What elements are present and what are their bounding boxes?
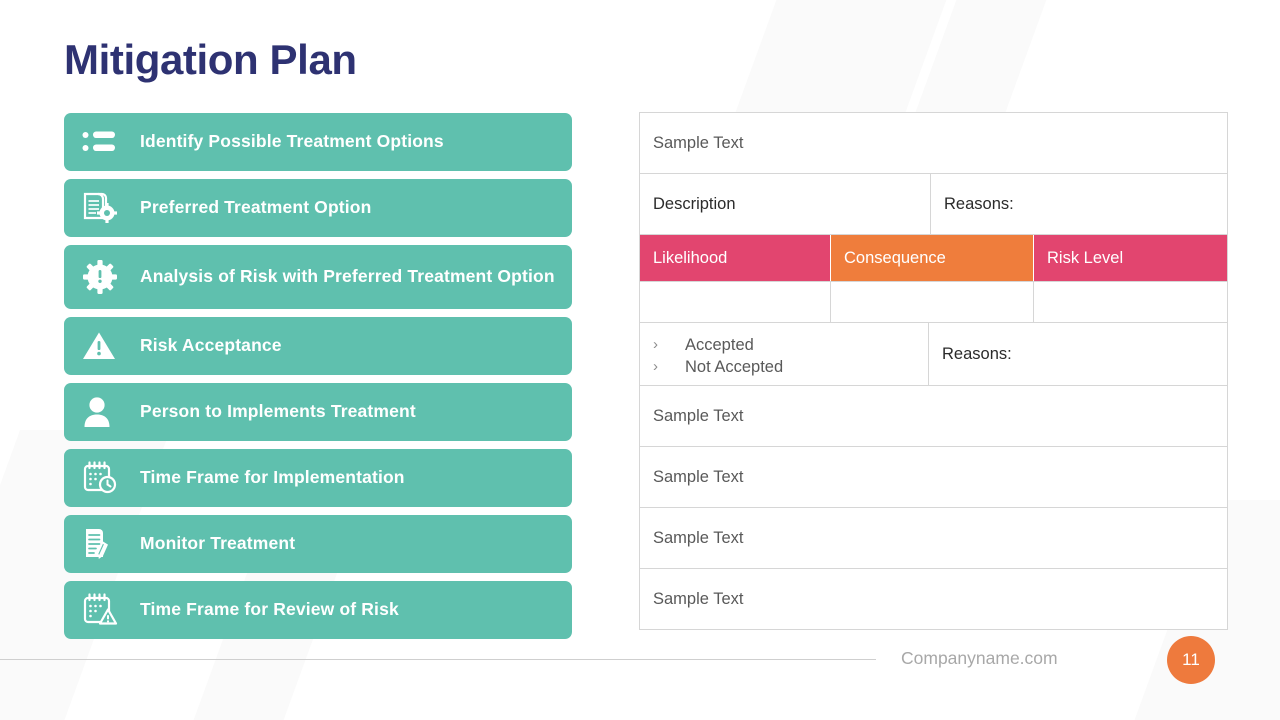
step-item-person-to-implements-treatment[interactable]: Person to Implements Treatment — [64, 383, 572, 441]
step-item-identify-possible-treatment-options[interactable]: Identify Possible Treatment Options — [64, 113, 572, 171]
sample-text-cell[interactable]: Sample Text — [640, 447, 1227, 507]
step-label: Person to Implements Treatment — [140, 401, 416, 422]
step-label: Risk Acceptance — [140, 335, 282, 356]
mitigation-table: Sample Text Description Reasons: Likelih… — [639, 112, 1228, 630]
calendar-clock-icon — [82, 460, 126, 496]
acceptance-options-cell: › Accepted › Not Accepted — [640, 323, 929, 385]
step-label: Time Frame for Review of Risk — [140, 599, 399, 620]
acceptance-option-accepted[interactable]: › Accepted — [653, 334, 915, 356]
table-row: Sample Text — [640, 508, 1227, 569]
table-row: Description Reasons: — [640, 174, 1227, 235]
gear-alert-icon — [82, 259, 126, 295]
sample-text-cell[interactable]: Sample Text — [640, 508, 1227, 568]
acceptance-reasons-cell[interactable]: Reasons: — [929, 323, 1227, 385]
footer-company-name: Companyname.com — [901, 648, 1058, 668]
step-row: Risk Acceptance — [64, 317, 692, 375]
step-row: Person to Implements Treatment — [64, 383, 692, 441]
header-consequence[interactable]: Consequence — [831, 235, 1034, 281]
step-item-monitor-treatment[interactable]: Monitor Treatment — [64, 515, 572, 573]
table-row — [640, 282, 1227, 323]
list-icon — [82, 124, 126, 160]
table-header-row: Likelihood Consequence Risk Level — [640, 235, 1227, 282]
person-icon — [82, 394, 126, 430]
step-item-analysis-of-risk-with-preferred-treatment-option[interactable]: Analysis of Risk with Preferred Treatmen… — [64, 245, 572, 309]
reasons-cell[interactable]: Reasons: — [931, 174, 1227, 234]
step-item-preferred-treatment-option[interactable]: Preferred Treatment Option — [64, 179, 572, 237]
step-row: Preferred Treatment Option — [64, 179, 692, 237]
table-row: › Accepted › Not Accepted Reasons: — [640, 323, 1227, 386]
step-row: Time Frame for Review of Risk — [64, 581, 692, 639]
document-gear-icon — [82, 190, 126, 226]
table-row: Sample Text — [640, 386, 1227, 447]
description-cell[interactable]: Description — [640, 174, 931, 234]
document-pencil-icon — [82, 526, 126, 562]
step-row: Time Frame for Implementation — [64, 449, 692, 507]
acceptance-option-not-accepted[interactable]: › Not Accepted — [653, 356, 915, 378]
footer-divider — [0, 659, 876, 660]
consequence-value-cell[interactable] — [831, 282, 1034, 322]
calendar-alert-icon — [82, 592, 126, 628]
step-label: Analysis of Risk with Preferred Treatmen… — [140, 266, 555, 287]
sample-text-cell[interactable]: Sample Text — [640, 386, 1227, 446]
risk-level-value-cell[interactable] — [1034, 282, 1227, 322]
table-row: Sample Text — [640, 113, 1227, 174]
chevron-right-icon: › — [653, 358, 658, 376]
step-list: Identify Possible Treatment Options Pref… — [64, 113, 692, 647]
sample-text-cell[interactable]: Sample Text — [640, 113, 1227, 173]
sample-text-cell[interactable]: Sample Text — [640, 569, 1227, 629]
step-row: Analysis of Risk with Preferred Treatmen… — [64, 245, 692, 309]
chevron-right-icon: › — [653, 336, 658, 353]
acceptance-option-label: Accepted — [685, 336, 754, 354]
step-item-time-frame-for-review-of-risk[interactable]: Time Frame for Review of Risk — [64, 581, 572, 639]
step-row: Monitor Treatment — [64, 515, 692, 573]
step-row: Identify Possible Treatment Options — [64, 113, 692, 171]
warning-triangle-icon — [82, 328, 126, 364]
table-row: Sample Text — [640, 569, 1227, 629]
page-title: Mitigation Plan — [64, 36, 357, 83]
step-label: Time Frame for Implementation — [140, 467, 405, 488]
step-label: Identify Possible Treatment Options — [140, 131, 444, 152]
page-number-badge: 11 — [1167, 636, 1215, 684]
step-item-time-frame-for-implementation[interactable]: Time Frame for Implementation — [64, 449, 572, 507]
header-likelihood[interactable]: Likelihood — [640, 235, 831, 281]
header-risk-level[interactable]: Risk Level — [1034, 235, 1227, 281]
slide: Mitigation Plan Identify Possible Treatm… — [0, 0, 1280, 720]
step-item-risk-acceptance[interactable]: Risk Acceptance — [64, 317, 572, 375]
step-label: Monitor Treatment — [140, 533, 296, 554]
likelihood-value-cell[interactable] — [640, 282, 831, 322]
step-label: Preferred Treatment Option — [140, 197, 372, 218]
acceptance-option-label: Not Accepted — [685, 358, 784, 377]
table-row: Sample Text — [640, 447, 1227, 508]
